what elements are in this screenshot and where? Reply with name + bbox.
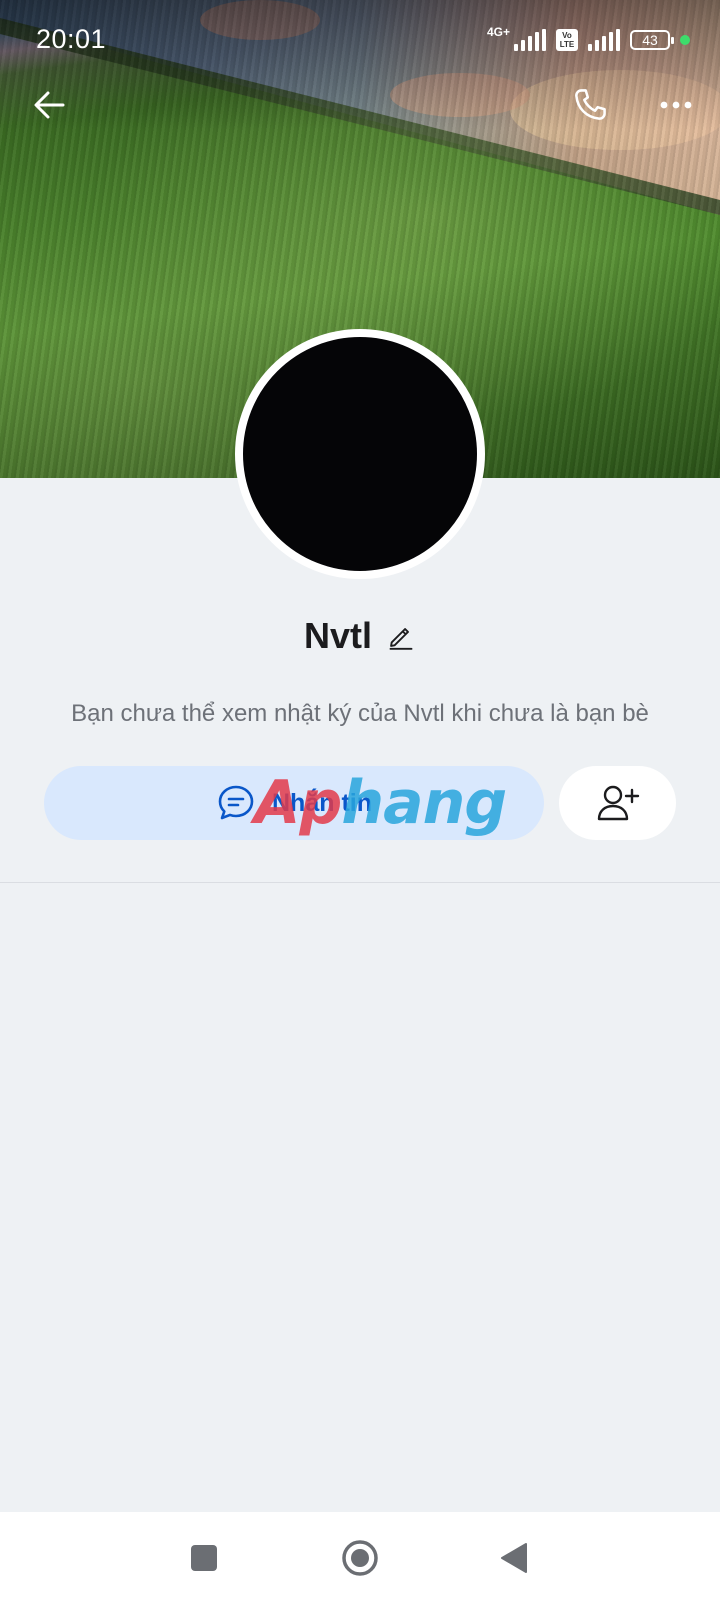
status-bar: 20:01 4G+ Vo LTE 43 — [0, 0, 720, 78]
status-time: 20:01 — [36, 24, 107, 54]
system-back-button[interactable] — [486, 1530, 542, 1586]
status-icons: 4G+ Vo LTE 43 — [487, 26, 690, 54]
back-triangle-icon — [501, 1543, 527, 1573]
back-arrow-icon — [34, 91, 65, 119]
pencil-icon — [389, 628, 413, 650]
diary-privacy-note: Bạn chưa thể xem nhật ký của Nvtl khi ch… — [71, 700, 649, 727]
system-nav-bar — [0, 1512, 720, 1600]
section-divider — [0, 882, 720, 883]
volte-icon: Vo LTE — [556, 29, 578, 51]
signal-2-icon — [588, 29, 620, 51]
home-button[interactable] — [332, 1530, 388, 1586]
message-button-label: Nhắn tin — [272, 788, 372, 817]
profile-name: Nvtl — [303, 615, 372, 656]
call-button[interactable] — [562, 77, 618, 133]
signal-icon — [514, 29, 546, 51]
more-options-button[interactable] — [648, 77, 704, 133]
add-friend-button[interactable] — [559, 766, 676, 840]
privacy-dot-icon — [680, 35, 690, 45]
chat-bubble-icon — [218, 785, 254, 820]
message-button[interactable]: Nhắn tin — [44, 766, 544, 840]
network-type: 4G+ — [486, 25, 510, 39]
back-button[interactable] — [22, 77, 78, 133]
edit-name-button[interactable] — [386, 621, 416, 651]
recents-button[interactable] — [176, 1530, 232, 1586]
recents-square-icon — [191, 1545, 217, 1571]
avatar[interactable] — [235, 329, 485, 579]
more-options-icon — [660, 101, 692, 109]
profile-name-row: Nvtl — [0, 610, 720, 662]
battery-icon: 43 — [630, 30, 674, 50]
phone-icon — [575, 89, 606, 120]
add-friend-icon — [597, 785, 639, 821]
home-circle-icon — [342, 1540, 378, 1576]
